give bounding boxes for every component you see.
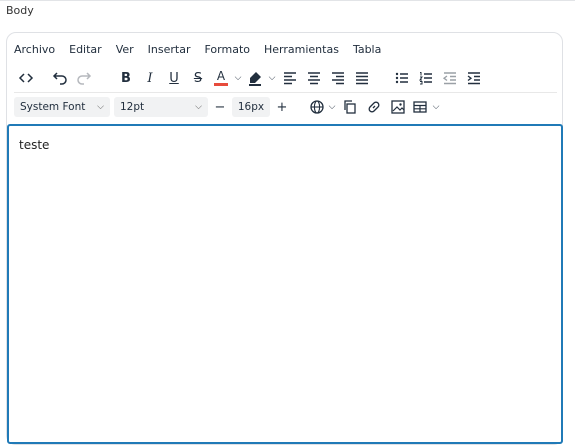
text-color-button[interactable]: A	[210, 67, 232, 89]
link-button[interactable]	[362, 96, 386, 118]
menu-herramientas[interactable]: Herramientas	[264, 43, 339, 56]
font-family-select[interactable]: System Font ⌵	[14, 97, 110, 117]
link-icon	[368, 101, 380, 113]
top-divider	[0, 0, 575, 1]
redo-button[interactable]	[72, 67, 96, 89]
toolbar-divider	[14, 92, 557, 93]
toolbar-row-2: System Font ⌵ 12pt ⌵ − 16px + ⌵ ⌵	[14, 96, 442, 118]
language-chevron-icon[interactable]: ⌵	[326, 96, 338, 118]
font-size-value: 12pt	[120, 101, 145, 113]
align-left-button[interactable]	[278, 67, 302, 89]
field-label: Body	[6, 4, 34, 17]
indent-icon	[467, 72, 480, 85]
chevron-down-icon: ⌵	[195, 102, 202, 112]
menu-insertar[interactable]: Insertar	[148, 43, 191, 56]
bullet-list-button[interactable]	[390, 67, 414, 89]
menu-tabla[interactable]: Tabla	[353, 43, 381, 56]
table-icon	[413, 101, 427, 113]
increase-line-height-button[interactable]: +	[270, 96, 294, 118]
bold-button[interactable]: B	[114, 67, 138, 89]
align-center-button[interactable]	[302, 67, 326, 89]
code-icon	[18, 73, 34, 83]
numbered-list-button[interactable]	[414, 67, 438, 89]
bullet-list-icon	[395, 72, 408, 84]
highlight-color-button[interactable]	[244, 67, 266, 89]
align-center-icon	[308, 72, 320, 85]
text-color-swatch	[214, 83, 228, 86]
globe-icon	[310, 100, 324, 114]
line-height-value: 16px	[237, 101, 265, 113]
font-family-value: System Font	[20, 101, 86, 113]
table-button[interactable]	[410, 96, 430, 118]
align-justify-button[interactable]	[350, 67, 374, 89]
image-button[interactable]	[386, 96, 410, 118]
chevron-down-icon: ⌵	[97, 102, 104, 112]
copy-button[interactable]	[338, 96, 362, 118]
image-icon	[391, 100, 405, 114]
outdent-icon	[442, 72, 456, 85]
text-color-letter: A	[216, 69, 226, 83]
menu-formato[interactable]: Formato	[205, 43, 251, 56]
undo-button[interactable]	[48, 67, 72, 89]
menu-ver[interactable]: Ver	[116, 43, 134, 56]
copy-icon	[344, 100, 356, 114]
highlighter-icon	[249, 72, 261, 86]
redo-icon	[77, 72, 92, 85]
undo-icon	[52, 72, 67, 85]
source-code-button[interactable]	[14, 67, 38, 89]
font-size-select[interactable]: 12pt ⌵	[114, 97, 208, 117]
align-right-icon	[332, 72, 344, 85]
menubar: Archivo Editar Ver Insertar Formato Herr…	[14, 40, 381, 58]
toolbar-row-1: B I U S A ⌵ ⌵	[14, 67, 486, 89]
decrease-line-height-button[interactable]: −	[208, 96, 232, 118]
editor-content-area[interactable]: teste	[7, 124, 563, 444]
numbered-list-icon	[419, 72, 432, 85]
strikethrough-button[interactable]: S	[186, 67, 210, 89]
menu-editar[interactable]: Editar	[69, 43, 102, 56]
editor-text: teste	[19, 138, 50, 152]
highlight-chevron-icon[interactable]: ⌵	[266, 67, 278, 89]
menu-archivo[interactable]: Archivo	[14, 43, 55, 56]
underline-button[interactable]: U	[162, 67, 186, 89]
table-chevron-icon[interactable]: ⌵	[430, 96, 442, 118]
language-button[interactable]	[308, 96, 326, 118]
line-height-input[interactable]: 16px	[232, 97, 270, 117]
align-justify-icon	[356, 72, 368, 85]
align-right-button[interactable]	[326, 67, 350, 89]
indent-button[interactable]	[462, 67, 486, 89]
outdent-button[interactable]	[438, 67, 462, 89]
align-left-icon	[284, 72, 296, 85]
italic-button[interactable]: I	[138, 67, 162, 89]
text-color-chevron-icon[interactable]: ⌵	[232, 67, 244, 89]
